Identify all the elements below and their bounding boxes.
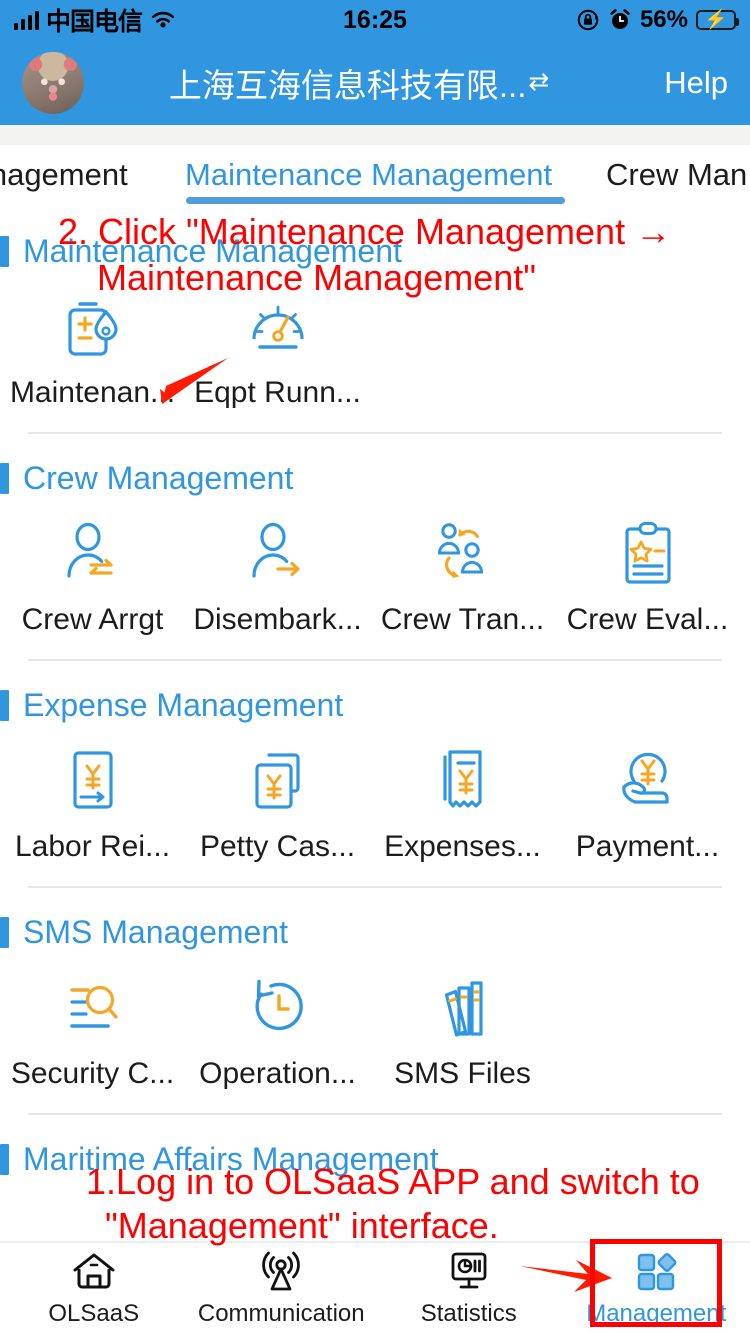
app-item-labor-reimbursement[interactable]: Labor Rei... xyxy=(0,744,185,864)
gauge-icon xyxy=(246,290,310,362)
nav-item-management[interactable]: Management xyxy=(563,1243,750,1334)
clipboard-star-icon xyxy=(619,517,677,589)
yen-card-arrow-icon xyxy=(65,744,121,816)
status-bar-left: 中国电信 xyxy=(14,2,177,38)
tab-maintenance-management[interactable]: Maintenance Management xyxy=(185,157,552,193)
person-arrow-icon xyxy=(247,517,309,589)
signal-bars-icon xyxy=(14,10,39,30)
clock-history-icon xyxy=(247,971,309,1043)
app-item-label: Security C... xyxy=(10,1057,175,1090)
app-header: 上海互海信息科技有限... ⇄ Help xyxy=(0,40,750,125)
wifi-icon xyxy=(151,11,175,28)
section-header-sms: SMS Management xyxy=(0,888,750,955)
carrier-label: 中国电信 xyxy=(46,8,143,36)
section-grid-crew: Crew Arrgt Disembark... Crew Tran... Cre… xyxy=(0,501,750,659)
app-item-security-check[interactable]: Security C... xyxy=(0,971,185,1091)
app-item-crew-transfer[interactable]: Crew Tran... xyxy=(370,517,555,637)
alarm-clock-icon xyxy=(610,9,630,29)
monitor-chart-icon xyxy=(451,1252,487,1289)
switch-company-icon[interactable]: ⇄ xyxy=(528,70,549,95)
company-switcher[interactable]: 上海互海信息科技有限... ⇄ xyxy=(64,59,654,107)
nav-item-communication[interactable]: Communication xyxy=(188,1243,376,1334)
section-accent-bar xyxy=(0,1144,9,1175)
status-bar-right: 56% ⚡ xyxy=(576,6,739,34)
broadcast-icon xyxy=(262,1251,301,1291)
nav-item-label: Communication xyxy=(197,1300,365,1327)
app-item-payment[interactable]: Payment... xyxy=(555,744,740,864)
section-accent-bar xyxy=(0,917,9,948)
section-title: Crew Management xyxy=(23,460,294,496)
tab-previous[interactable]: ...nagement xyxy=(0,157,128,193)
header-separator xyxy=(0,125,750,145)
app-item-label: Expenses... xyxy=(384,830,541,863)
app-item-label: Crew Eval... xyxy=(566,603,729,636)
section-grid-maintenance: Maintenan... Eqpt Runn... xyxy=(0,274,750,432)
search-list-icon xyxy=(62,971,124,1043)
management-content: Maintenance Management Maintenan... Eqpt… xyxy=(0,207,750,1241)
rotation-lock-icon xyxy=(577,9,599,31)
section-title: Expense Management xyxy=(23,687,344,723)
nav-item-label: Management xyxy=(586,1300,727,1327)
status-bar: 中国电信 16:25 56% ⚡ xyxy=(0,0,750,40)
app-item-label: Payment... xyxy=(575,830,720,863)
section-grid-sms: Security C... Operation... SMS Files xyxy=(0,955,750,1113)
app-item-label: Eqpt Runn... xyxy=(194,376,361,409)
section-header-expense: Expense Management xyxy=(0,661,750,728)
nav-item-label: Statistics xyxy=(420,1300,517,1327)
yen-hand-icon xyxy=(617,744,679,816)
section-title: SMS Management xyxy=(23,914,289,950)
tab-crew-management[interactable]: Crew Man... xyxy=(606,157,750,193)
people-transfer-icon xyxy=(432,517,494,589)
books-icon xyxy=(432,971,494,1043)
section-header-maritime: Maritime Affairs Management xyxy=(0,1115,750,1182)
bottom-navigation: OLSaaS Communication Statistics Manageme… xyxy=(0,1241,750,1334)
person-exchange-icon xyxy=(62,517,124,589)
app-item-crew-arrangement[interactable]: Crew Arrgt xyxy=(0,517,185,637)
app-item-sms-files[interactable]: SMS Files xyxy=(370,971,555,1091)
app-item-label: Maintenan... xyxy=(9,376,176,409)
app-item-label: Crew Tran... xyxy=(380,603,545,636)
section-title: Maintenance Management xyxy=(23,233,402,269)
section-accent-bar xyxy=(0,463,9,494)
help-button[interactable]: Help xyxy=(664,65,728,101)
app-item-maintenance[interactable]: Maintenan... xyxy=(0,290,185,410)
nav-item-statistics[interactable]: Statistics xyxy=(375,1243,563,1334)
category-tabs[interactable]: ...nagement Maintenance Management Crew … xyxy=(0,145,750,207)
battery-charging-icon: ⚡ xyxy=(696,10,739,30)
app-item-expenses[interactable]: Expenses... xyxy=(370,744,555,864)
oil-bottle-icon xyxy=(62,290,124,362)
app-item-disembark[interactable]: Disembark... xyxy=(185,517,370,637)
nav-item-olsaas[interactable]: OLSaaS xyxy=(0,1243,188,1334)
home-icon xyxy=(73,1253,115,1289)
app-item-label: Operation... xyxy=(199,1057,356,1090)
grid-shapes-icon xyxy=(638,1253,677,1291)
section-accent-bar xyxy=(0,236,9,267)
section-header-crew: Crew Management xyxy=(0,434,750,501)
battery-percent-label: 56% xyxy=(639,6,688,33)
section-title: Maritime Affairs Management xyxy=(23,1141,439,1177)
yen-documents-icon xyxy=(249,744,307,816)
nav-item-label: OLSaaS xyxy=(48,1300,140,1327)
app-item-label: SMS Files xyxy=(394,1057,531,1090)
active-tab-underline xyxy=(186,197,565,204)
app-item-operation[interactable]: Operation... xyxy=(185,971,370,1091)
app-item-crew-evaluation[interactable]: Crew Eval... xyxy=(555,517,740,637)
section-grid-expense: Labor Rei... Petty Cas... Expenses... Pa… xyxy=(0,728,750,886)
company-name-label: 上海互海信息科技有限... xyxy=(168,66,527,104)
app-item-label: Petty Cas... xyxy=(199,830,356,863)
section-accent-bar xyxy=(0,690,9,721)
yen-receipt-icon xyxy=(434,744,492,816)
app-item-label: Disembark... xyxy=(193,603,362,636)
app-item-petty-cash[interactable]: Petty Cas... xyxy=(185,744,370,864)
app-item-label: Crew Arrgt xyxy=(21,603,164,636)
app-item-label: Labor Rei... xyxy=(14,830,171,863)
app-item-eqpt-running[interactable]: Eqpt Runn... xyxy=(185,290,370,410)
section-header-maintenance: Maintenance Management xyxy=(0,207,750,274)
